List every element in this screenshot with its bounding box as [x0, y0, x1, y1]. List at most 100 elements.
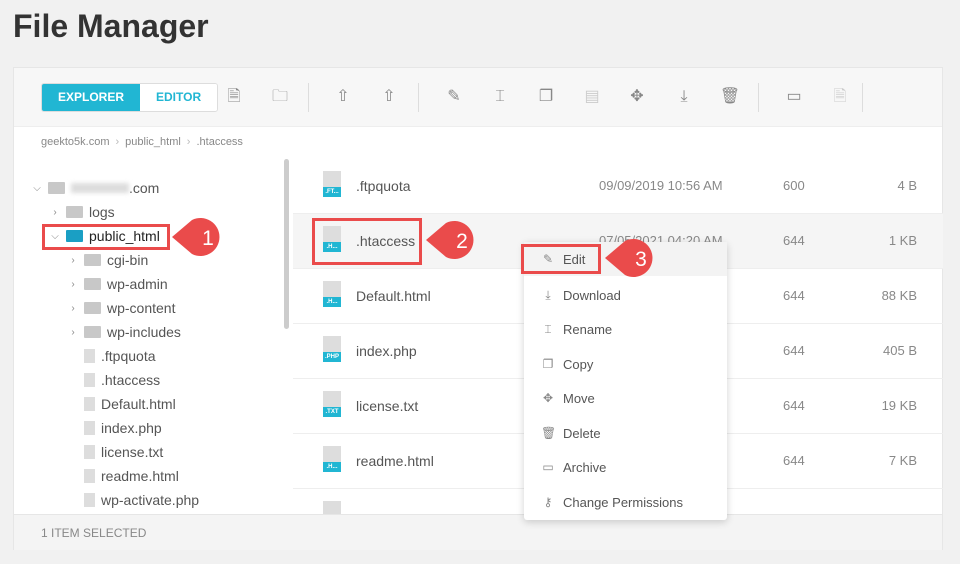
chevron-down-icon[interactable]: ⌵: [32, 183, 42, 194]
tree-label: readme.html: [101, 468, 179, 484]
divider: [418, 83, 419, 112]
upload-folder-icon[interactable]: ⇧: [378, 86, 400, 108]
file-permissions: 644: [783, 343, 805, 358]
download-icon[interactable]: ⤓: [673, 86, 695, 108]
upload-file-icon[interactable]: ⇧: [332, 86, 354, 108]
tree-item-wp-content[interactable]: › wp-content: [68, 297, 175, 319]
tree-label: cgi-bin: [107, 252, 149, 268]
chevron-right-icon[interactable]: ›: [50, 207, 60, 218]
tree-file[interactable]: wp-activate.php: [84, 489, 199, 511]
tree-file[interactable]: .ftpquota: [84, 345, 156, 367]
tree-label: Default.html: [101, 396, 176, 412]
file-icon: [323, 501, 341, 514]
highlight-htaccess: [312, 218, 422, 265]
tree-label: license.txt: [101, 444, 164, 460]
editor-tab[interactable]: EDITOR: [140, 84, 218, 111]
chevron-right-icon[interactable]: ›: [68, 255, 78, 266]
svg-text:2: 2: [456, 230, 468, 253]
blurred-domain: [71, 183, 129, 193]
context-menu: ✎ Edit ⤓ Download ⌶ Rename ❐ Copy ✥ Move 🗑 Del…: [524, 242, 727, 520]
copy-icon[interactable]: ❐: [535, 86, 557, 108]
divider: [862, 83, 863, 112]
file-icon: [84, 397, 95, 411]
highlight-edit: [521, 244, 601, 274]
breadcrumb: geekto5k.com › public_html › .htaccess: [41, 136, 243, 148]
file-icon: .TXT: [323, 391, 341, 417]
file-manager-panel: EXPLORER EDITOR 🗎 🗀 ⇧ ⇧ ✎ ⌶ ❐ ▤ ✥ ⤓ 🗑 ▭ …: [13, 67, 943, 550]
folder-icon: [84, 326, 101, 338]
breadcrumb-item[interactable]: geekto5k.com: [41, 136, 109, 148]
file-name: readme.html: [356, 453, 434, 469]
divider: [308, 83, 309, 112]
rename-icon[interactable]: ⌶: [489, 86, 511, 108]
trash-icon[interactable]: 🗑: [719, 86, 741, 108]
chevron-right-icon[interactable]: ›: [68, 303, 78, 314]
callout-2: 2: [426, 221, 474, 259]
folder-icon: [84, 302, 101, 314]
file-icon: [84, 469, 95, 483]
tree-label: .ftpquota: [101, 348, 156, 364]
file-icon: [84, 349, 95, 363]
file-name: license.txt: [356, 398, 419, 414]
svg-text:3: 3: [635, 248, 647, 271]
file-icon: .FT...: [323, 171, 341, 197]
tree-item-wp-includes[interactable]: › wp-includes: [68, 321, 181, 343]
chevron-right-icon[interactable]: ›: [68, 279, 78, 290]
tree-root[interactable]: ⌵ .com: [32, 177, 159, 199]
file-date: 09/09/2019 10:56 AM: [599, 178, 723, 193]
highlight-public-html: [42, 224, 170, 250]
menu-item-move[interactable]: ✥ Move: [524, 381, 727, 415]
copy-icon: ❐: [542, 357, 554, 371]
tree-label: .com: [129, 180, 160, 196]
tree-label: wp-content: [107, 300, 176, 316]
view-switch: EXPLORER EDITOR: [41, 83, 219, 112]
callout-3: 3: [605, 239, 653, 277]
menu-item-copy[interactable]: ❐ Copy: [524, 347, 727, 381]
menu-item-download[interactable]: ⤓ Download: [524, 278, 727, 312]
file-icon: [84, 421, 95, 435]
explorer-tab[interactable]: EXPLORER: [42, 84, 141, 111]
tree-file[interactable]: .htaccess: [84, 369, 160, 391]
breadcrumb-item[interactable]: .htaccess: [196, 136, 242, 148]
file-permissions: 644: [783, 398, 805, 413]
move-icon: ✥: [542, 391, 554, 405]
tree-file[interactable]: index.php: [84, 417, 162, 439]
paste-icon[interactable]: ▤: [581, 86, 603, 108]
divider: [758, 83, 759, 112]
tree-file[interactable]: Default.html: [84, 393, 176, 415]
tree-label: .htaccess: [101, 372, 161, 388]
tree-item-cgi-bin[interactable]: › cgi-bin: [68, 249, 148, 271]
file-size: 405 B: [883, 343, 917, 358]
new-folder-icon[interactable]: 🗀: [269, 86, 291, 108]
file-size: 19 KB: [881, 398, 917, 413]
archive-icon: ▭: [542, 460, 554, 474]
tree-item-logs[interactable]: › logs: [50, 201, 114, 223]
breadcrumb-item[interactable]: public_html: [125, 136, 181, 148]
tree-file[interactable]: license.txt: [84, 441, 163, 463]
extract-icon[interactable]: 🗎: [829, 86, 851, 108]
pencil-icon[interactable]: ✎: [443, 86, 465, 108]
new-file-icon[interactable]: 🗎: [223, 86, 245, 108]
file-permissions: 644: [783, 233, 805, 248]
toolbar: EXPLORER EDITOR 🗎 🗀 ⇧ ⇧ ✎ ⌶ ❐ ▤ ✥ ⤓ 🗑 ▭ …: [14, 68, 942, 127]
file-size: 1 KB: [888, 233, 917, 248]
tree-scrollbar[interactable]: [284, 159, 289, 329]
menu-item-change-permissions[interactable]: ⚷ Change Permissions: [524, 485, 727, 519]
menu-item-rename[interactable]: ⌶ Rename: [524, 312, 727, 346]
svg-text:1: 1: [202, 227, 214, 250]
file-icon: .H...: [323, 281, 341, 307]
chevron-right-icon[interactable]: ›: [68, 327, 78, 338]
tree-label: index.php: [101, 420, 162, 436]
tree-item-wp-admin[interactable]: › wp-admin: [68, 273, 167, 295]
tree-file[interactable]: readme.html: [84, 465, 179, 487]
folder-icon: [84, 254, 101, 266]
menu-item-delete[interactable]: 🗑 Delete: [524, 416, 727, 450]
menu-item-archive[interactable]: ▭ Archive: [524, 450, 727, 484]
file-size: 4 B: [897, 178, 917, 193]
folder-tree: ⌵ .com › logs ⌵ public_html › cgi-bin › wp-ad…: [14, 159, 292, 514]
file-row[interactable]: .FT... .ftpquota 09/09/2019 10:56 AM 600 4 B: [293, 159, 943, 214]
file-size: 88 KB: [881, 288, 917, 303]
move-icon[interactable]: ✥: [626, 86, 648, 108]
download-icon: ⤓: [545, 287, 551, 302]
archive-icon[interactable]: ▭: [783, 86, 805, 108]
